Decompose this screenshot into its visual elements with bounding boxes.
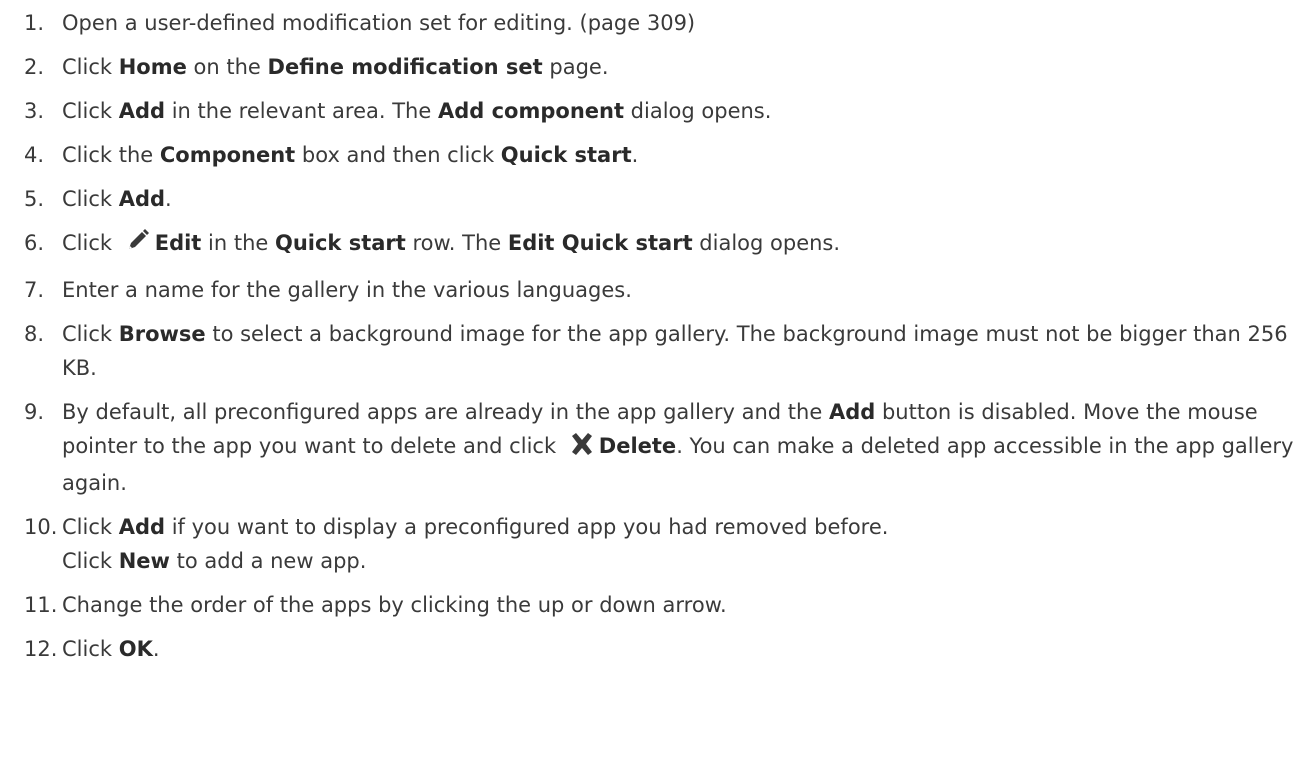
step-text: . (152, 637, 160, 661)
step-text: dialog opens. (692, 231, 841, 255)
step-number: 2. (24, 55, 45, 79)
step-item: 11. Change the order of the apps by click… (24, 588, 1294, 622)
ui-term: Browse (118, 322, 206, 346)
step-text: Open a user-defined modification set for… (62, 11, 696, 35)
step-text: Click (62, 99, 119, 123)
step-number: 12. (24, 637, 58, 661)
step-body: Click Edit in the Quick start row. The E… (62, 226, 1294, 263)
step-item: 2. Click Home on the Define modification … (24, 50, 1294, 84)
step-body: By default, all preconfigured apps are a… (62, 395, 1294, 500)
ui-term: Component (159, 143, 296, 167)
step-number: 3. (24, 99, 45, 123)
step-text: Click (62, 55, 119, 79)
ui-term: Add (118, 187, 166, 211)
step-text: . (631, 143, 639, 167)
ui-term: Quick start (500, 143, 632, 167)
step-item: 6. Click Edit in the Quick start row. The… (24, 226, 1294, 263)
step-body: Click Home on the Define modification se… (62, 50, 1294, 84)
step-text: to select a background image for the app… (62, 322, 1288, 380)
ui-term: Add (828, 400, 876, 424)
step-item: 12. Click OK. (24, 632, 1294, 666)
step-item: 5. Click Add. (24, 182, 1294, 216)
step-text: Enter a name for the gallery in the vari… (62, 278, 632, 302)
pencil-icon (125, 227, 151, 263)
step-item: 4. Click the Component box and then click… (24, 138, 1294, 172)
ui-term: Quick start (274, 231, 406, 255)
ui-term: Add (118, 99, 166, 123)
step-text: Click (62, 322, 119, 346)
step-body: Change the order of the apps by clicking… (62, 588, 1294, 622)
step-text: Click (62, 549, 119, 573)
instruction-steps-list: 1. Open a user-defined modification set f… (24, 6, 1294, 676)
step-body: Enter a name for the gallery in the vari… (62, 273, 1294, 307)
step-number: 8. (24, 322, 45, 346)
ui-term: Define modification set (267, 55, 543, 79)
ui-term: New (118, 549, 170, 573)
step-number: 6. (24, 231, 45, 255)
step-number: 9. (24, 400, 45, 424)
delete-x-icon (569, 432, 595, 466)
step-text: on the (186, 55, 268, 79)
step-body: Click the Component box and then click Q… (62, 138, 1294, 172)
step-number: 11. (24, 593, 58, 617)
step-body: Click Browse to select a background imag… (62, 317, 1294, 385)
step-body: Click OK. (62, 632, 1294, 666)
step-text: to add a new app. (169, 549, 367, 573)
ui-term: Delete (598, 434, 677, 458)
step-text: page. (542, 55, 609, 79)
step-item: 3. Click Add in the relevant area. The Ad… (24, 94, 1294, 128)
step-text: By default, all preconfigured apps are a… (62, 400, 829, 424)
step-body: Click Add. (62, 182, 1294, 216)
step-body: Click Add if you want to display a preco… (62, 510, 1294, 578)
step-sub-instruction: Click New to add a new app. (62, 544, 1294, 578)
step-text: in the relevant area. The (165, 99, 438, 123)
step-text: Click (62, 231, 119, 255)
step-text: dialog opens. (624, 99, 772, 123)
step-number: 7. (24, 278, 45, 302)
ui-term: OK (118, 637, 153, 661)
step-text: Click (62, 515, 119, 539)
step-text: Click (62, 187, 119, 211)
step-text: . (165, 187, 172, 211)
step-text: Click the (62, 143, 160, 167)
step-body: Open a user-defined modification set for… (62, 6, 1294, 40)
step-text: row. The (405, 231, 508, 255)
step-body: Click Add in the relevant area. The Add … (62, 94, 1294, 128)
step-item: 7. Enter a name for the gallery in the va… (24, 273, 1294, 307)
ui-term: Edit Quick start (507, 231, 693, 255)
ui-term: Edit (154, 231, 202, 255)
step-number: 5. (24, 187, 45, 211)
step-item: 1. Open a user-defined modification set f… (24, 6, 1294, 40)
step-text: in the (201, 231, 275, 255)
step-text: if you want to display a preconfigured a… (165, 515, 889, 539)
step-item: 8. Click Browse to select a background im… (24, 317, 1294, 385)
step-text: Click (62, 637, 119, 661)
step-text: Change the order of the apps by clicking… (62, 593, 727, 617)
step-text: box and then click (295, 143, 501, 167)
step-number: 4. (24, 143, 45, 167)
ui-term: Add (118, 515, 166, 539)
step-number: 10. (24, 515, 58, 539)
step-number: 1. (24, 11, 45, 35)
step-item: 9. By default, all preconfigured apps are… (24, 395, 1294, 500)
ui-term: Home (118, 55, 187, 79)
ui-term: Add component (437, 99, 624, 123)
step-item: 10. Click Add if you want to display a pr… (24, 510, 1294, 578)
